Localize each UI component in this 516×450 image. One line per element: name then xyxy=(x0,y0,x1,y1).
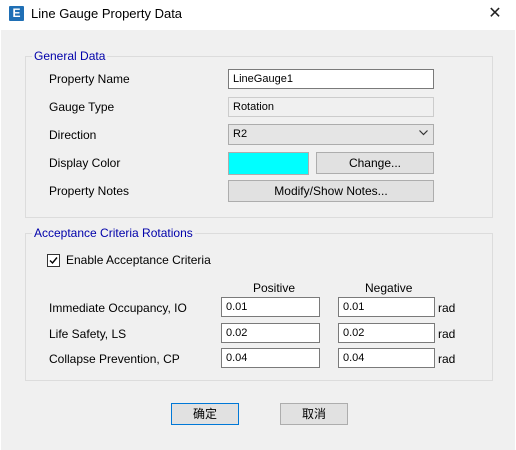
gauge-type-field: Rotation xyxy=(228,97,434,117)
checkmark-icon xyxy=(49,257,58,265)
close-icon: ✕ xyxy=(488,5,502,22)
io-unit-label: rad xyxy=(438,301,456,315)
row-label-io: Immediate Occupancy, IO xyxy=(49,301,187,315)
ok-button[interactable]: 确定 xyxy=(171,403,239,425)
acceptance-criteria-legend: Acceptance Criteria Rotations xyxy=(32,226,195,240)
row-label-ls: Life Safety, LS xyxy=(49,327,127,341)
row-label-cp: Collapse Prevention, CP xyxy=(49,352,180,366)
cp-unit-label: rad xyxy=(438,352,456,366)
cp-positive-input[interactable]: 0.04 xyxy=(221,348,320,368)
general-data-group: General Data Property Name LineGauge1 Ga… xyxy=(25,49,493,218)
change-color-button[interactable]: Change... xyxy=(316,152,434,174)
cp-negative-input[interactable]: 0.04 xyxy=(338,348,435,368)
direction-dropdown[interactable]: R2 xyxy=(228,124,434,145)
acceptance-criteria-group: Acceptance Criteria Rotations Enable Acc… xyxy=(25,226,493,381)
close-button[interactable]: ✕ xyxy=(484,3,506,25)
ls-positive-input[interactable]: 0.02 xyxy=(221,323,320,343)
dialog-client-area: General Data Property Name LineGauge1 Ga… xyxy=(1,30,515,450)
negative-header: Negative xyxy=(365,281,413,295)
general-data-legend: General Data xyxy=(32,49,108,63)
gauge-type-label: Gauge Type xyxy=(49,100,115,114)
app-icon: E xyxy=(9,6,24,21)
property-name-input[interactable]: LineGauge1 xyxy=(228,69,434,89)
title-bar: E Line Gauge Property Data ✕ xyxy=(0,0,516,30)
property-notes-label: Property Notes xyxy=(49,184,130,198)
ls-unit-label: rad xyxy=(438,327,456,341)
property-name-label: Property Name xyxy=(49,72,130,86)
io-positive-input[interactable]: 0.01 xyxy=(221,297,320,317)
direction-label: Direction xyxy=(49,128,97,142)
ls-negative-input[interactable]: 0.02 xyxy=(338,323,435,343)
display-color-label: Display Color xyxy=(49,156,121,170)
direction-value: R2 xyxy=(233,128,248,140)
enable-acceptance-checkbox[interactable] xyxy=(47,254,60,267)
cancel-button[interactable]: 取消 xyxy=(280,403,348,425)
window-title: Line Gauge Property Data xyxy=(31,6,183,21)
enable-acceptance-label: Enable Acceptance Criteria xyxy=(66,253,211,267)
display-color-swatch xyxy=(228,152,309,175)
modify-notes-button[interactable]: Modify/Show Notes... xyxy=(228,180,434,202)
io-negative-input[interactable]: 0.01 xyxy=(338,297,435,317)
chevron-down-icon xyxy=(419,130,428,136)
positive-header: Positive xyxy=(253,281,296,295)
